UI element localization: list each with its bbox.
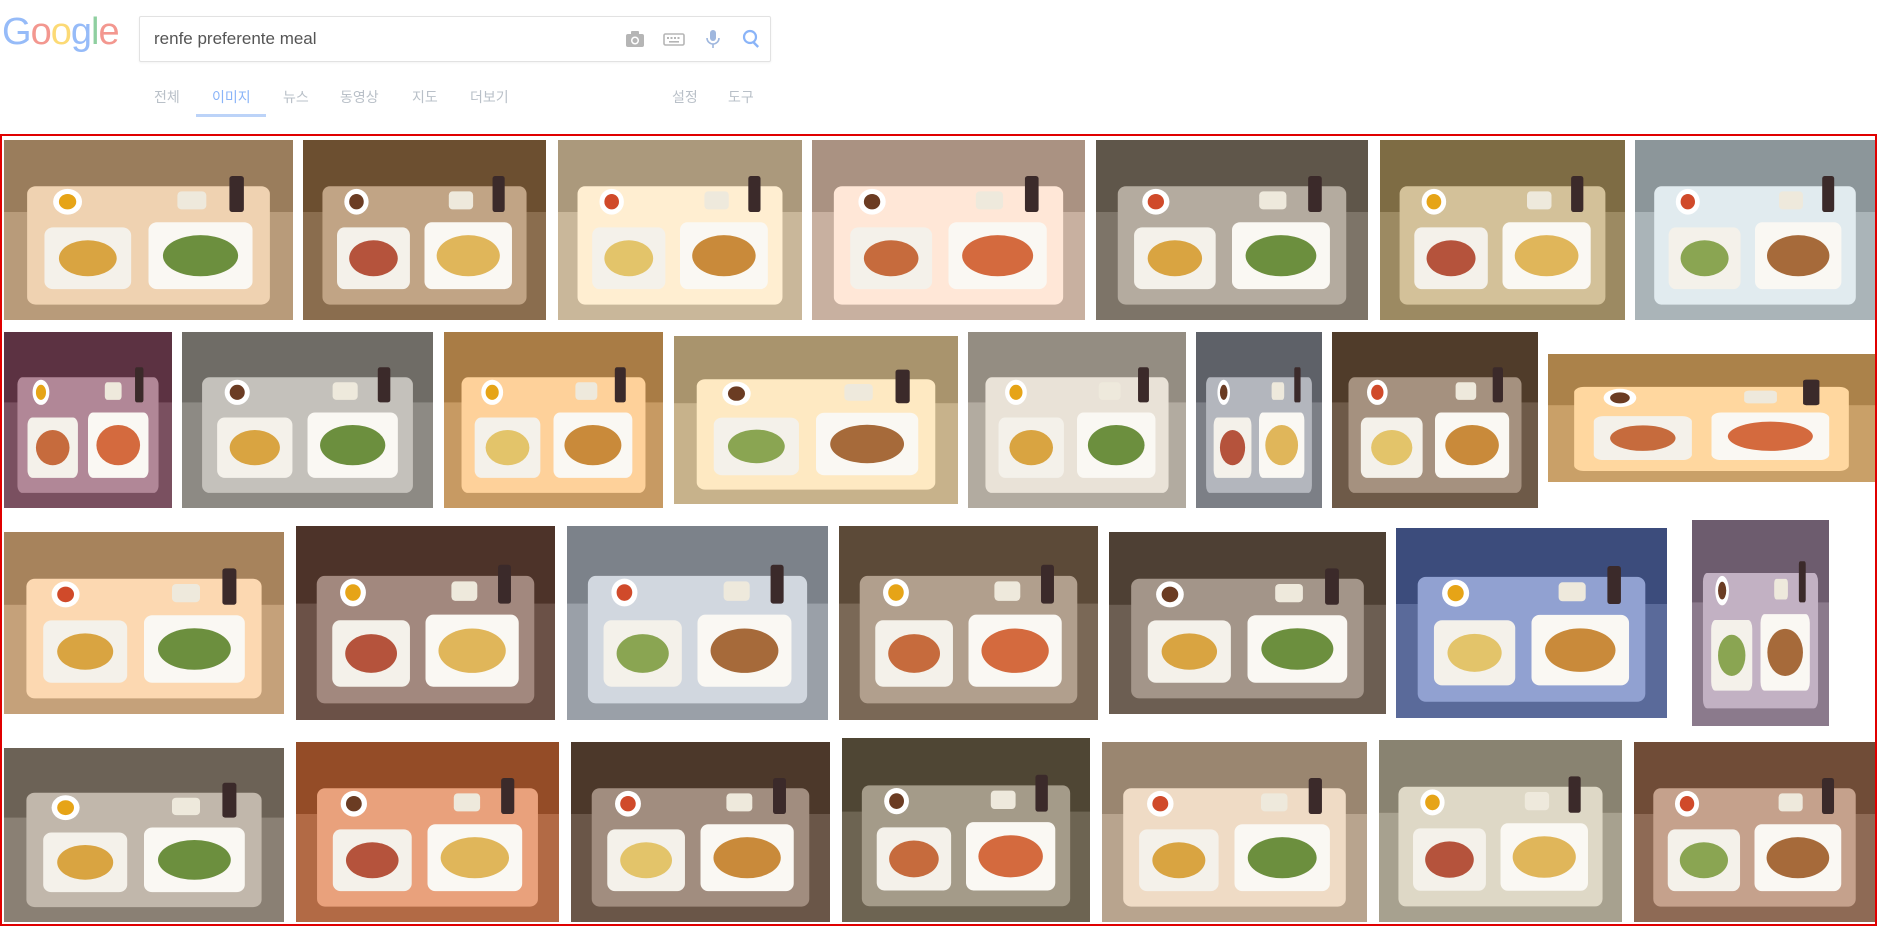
- image-result[interactable]: [303, 140, 546, 320]
- logo-letter: G: [2, 11, 32, 53]
- image-results-grid: [0, 134, 1877, 926]
- image-result[interactable]: [1634, 742, 1875, 922]
- image-result[interactable]: [296, 742, 559, 922]
- image-result[interactable]: [1635, 140, 1875, 320]
- google-logo[interactable]: Google: [2, 11, 120, 53]
- image-result[interactable]: [558, 140, 802, 320]
- image-result[interactable]: [571, 742, 830, 922]
- logo-letter: g: [70, 11, 92, 53]
- tab-more[interactable]: 더보기: [470, 84, 509, 118]
- camera-icon[interactable]: [623, 27, 647, 51]
- active-tab-indicator: [196, 114, 266, 117]
- tab-videos[interactable]: 동영상: [340, 84, 379, 118]
- image-result[interactable]: [1096, 140, 1368, 320]
- image-result[interactable]: [842, 738, 1090, 922]
- tab-settings[interactable]: 설정: [672, 84, 698, 118]
- image-result[interactable]: [4, 748, 284, 922]
- image-result[interactable]: [1548, 354, 1875, 482]
- image-result[interactable]: [182, 332, 433, 508]
- logo-letter: l: [90, 11, 100, 53]
- image-result[interactable]: [1102, 742, 1367, 922]
- image-result[interactable]: [1332, 332, 1538, 508]
- tab-news[interactable]: 뉴스: [283, 84, 309, 118]
- image-result[interactable]: [444, 332, 663, 508]
- keyboard-icon[interactable]: [662, 27, 686, 51]
- logo-letter: e: [98, 11, 119, 53]
- tab-maps[interactable]: 지도: [412, 84, 438, 118]
- image-result[interactable]: [1109, 532, 1386, 714]
- image-result[interactable]: [296, 526, 555, 720]
- search-box[interactable]: renfe preferente meal: [139, 16, 771, 62]
- image-result[interactable]: [839, 526, 1098, 720]
- image-result[interactable]: [4, 532, 284, 714]
- tab-tools[interactable]: 도구: [728, 84, 754, 118]
- image-result[interactable]: [4, 140, 293, 320]
- search-icon[interactable]: [740, 27, 764, 51]
- tab-all[interactable]: 전체: [154, 84, 180, 118]
- search-input[interactable]: renfe preferente meal: [154, 17, 317, 61]
- image-result[interactable]: [1380, 140, 1625, 320]
- image-result[interactable]: [567, 526, 828, 720]
- microphone-icon[interactable]: [701, 27, 725, 51]
- image-result[interactable]: [812, 140, 1085, 320]
- logo-letter: o: [50, 11, 72, 53]
- logo-letter: o: [30, 11, 52, 53]
- image-result[interactable]: [4, 332, 172, 508]
- image-result[interactable]: [674, 336, 958, 504]
- image-result[interactable]: [1396, 528, 1667, 718]
- image-result[interactable]: [1692, 520, 1829, 726]
- image-result[interactable]: [1379, 740, 1622, 922]
- image-result[interactable]: [1196, 332, 1322, 508]
- tab-images[interactable]: 이미지: [212, 84, 251, 118]
- image-result[interactable]: [968, 332, 1186, 508]
